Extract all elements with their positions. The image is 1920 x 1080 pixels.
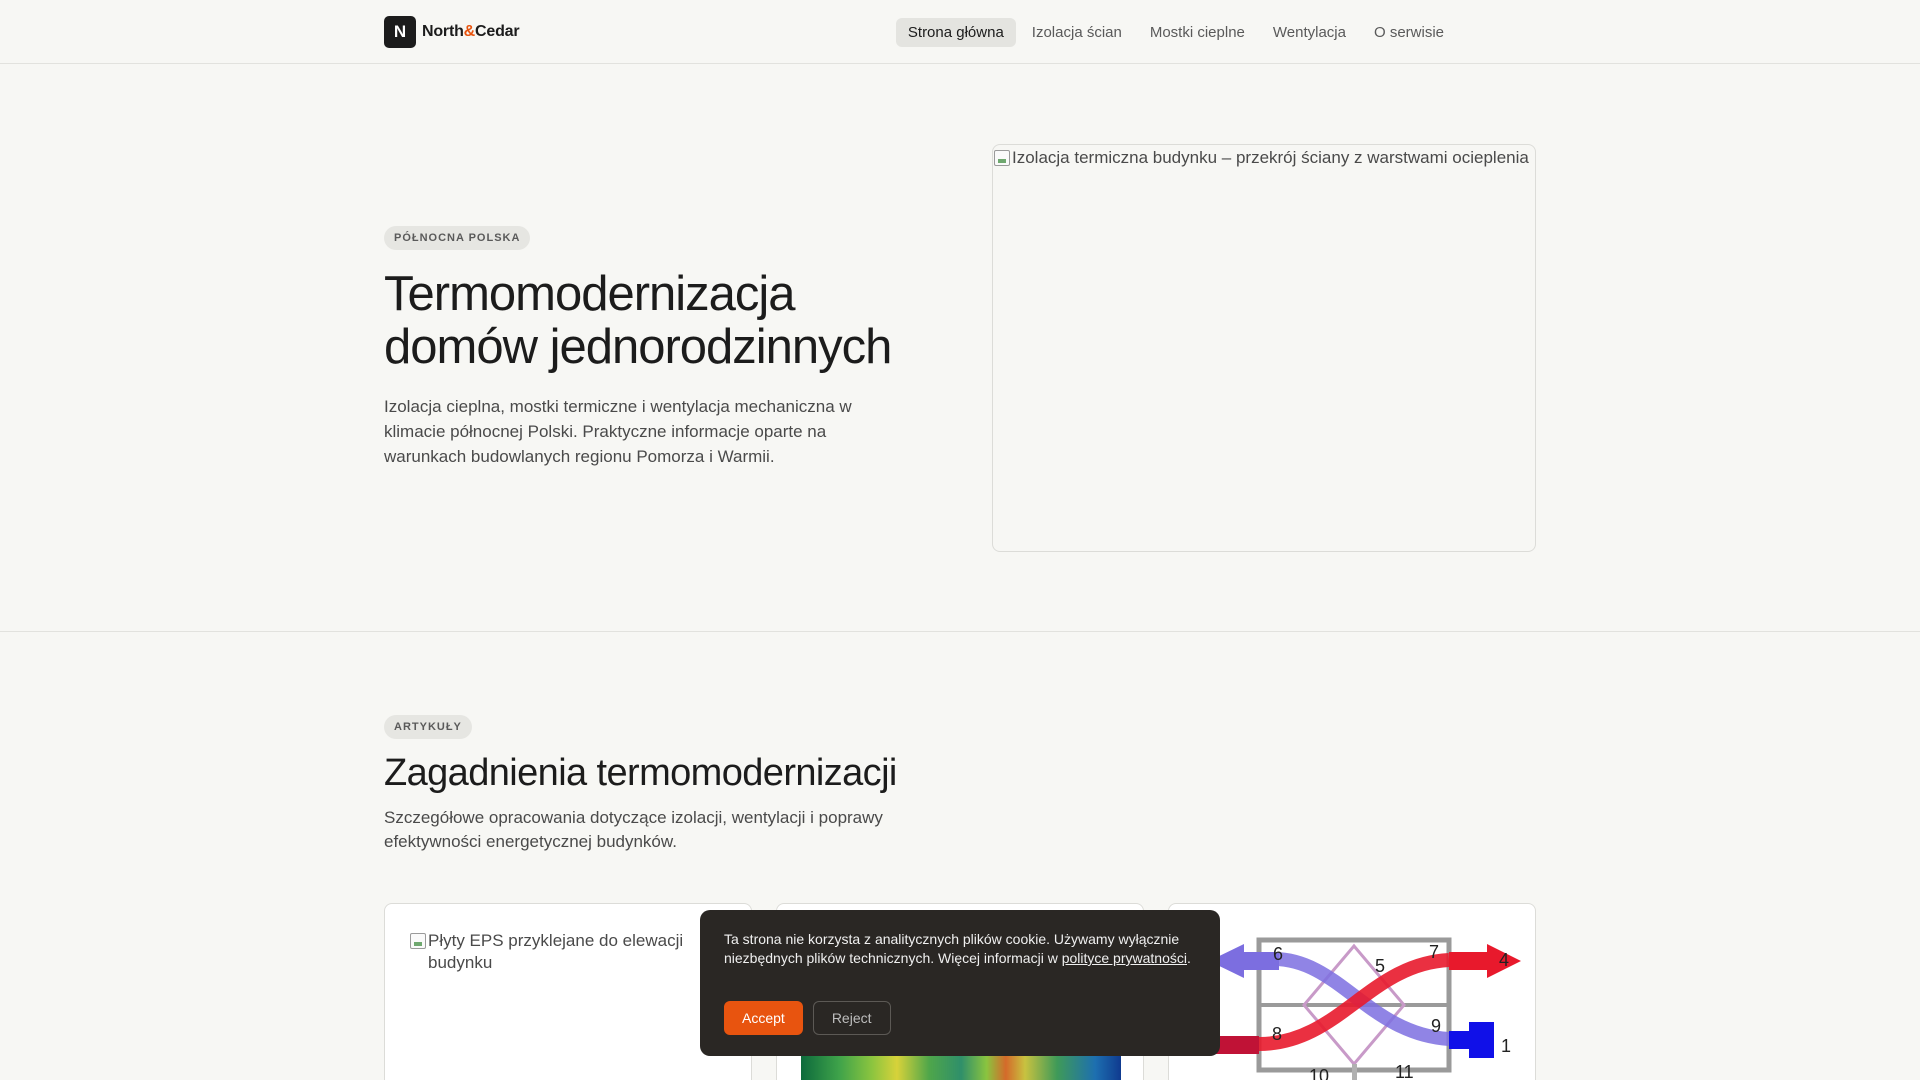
ventilation-diagram: 6 7 4 5 8 9 1 10 11 bbox=[1209, 937, 1521, 1080]
diagram-flow-4 bbox=[1449, 952, 1489, 970]
logo-mark: N bbox=[384, 16, 416, 48]
diagram-arrow-1 bbox=[1469, 1022, 1494, 1058]
hero-description: Izolacja cieplna, mostki termiczne i wen… bbox=[384, 397, 852, 466]
nav-item-about[interactable]: O serwisie bbox=[1362, 18, 1456, 47]
diagram-label-10: 10 bbox=[1309, 1066, 1329, 1080]
cookie-actions: Accept Reject bbox=[724, 1001, 891, 1035]
brand-ampersand: & bbox=[463, 23, 476, 40]
hero-image-alt-text: Izolacja termiczna budynku – przekrój śc… bbox=[1012, 148, 1529, 167]
articles-description: Szczegółowe opracowania dotyczące izolac… bbox=[384, 808, 883, 851]
privacy-policy-link[interactable]: polityce prywatności bbox=[1062, 950, 1187, 966]
nav-item-home[interactable]: Strona główna bbox=[895, 18, 1016, 47]
diagram-duct bbox=[1352, 1064, 1357, 1080]
brand-name: North&Cedar bbox=[422, 23, 520, 41]
hero-title: Termomodernizacja domów jednorodzinnych bbox=[384, 267, 892, 374]
thermal-image bbox=[801, 1056, 1121, 1080]
brand-name-part1: North bbox=[422, 23, 464, 40]
article-card-ventilation[interactable]: 6 7 4 5 8 9 1 10 11 bbox=[1168, 903, 1536, 1080]
card-image-alt-text: Płyty EPS przyklejane do elewacji budynk… bbox=[428, 931, 684, 972]
nav-item-ventilation[interactable]: Wentylacja bbox=[1261, 18, 1358, 47]
diagram-label-1: 1 bbox=[1501, 1036, 1511, 1056]
articles-title: Zagadnienia termomodernizacji bbox=[384, 752, 897, 794]
cookie-reject-button[interactable]: Reject bbox=[812, 1001, 891, 1035]
nav-item-thermal-bridges[interactable]: Mostki cieplne bbox=[1138, 18, 1257, 47]
nav-item-wall-insulation[interactable]: Izolacja ścian bbox=[1020, 18, 1134, 47]
brand-name-part2: Cedar bbox=[475, 23, 520, 40]
diagram-label-6: 6 bbox=[1273, 944, 1283, 964]
site-header: N North&Cedar Strona główna Izolacja ści… bbox=[0, 0, 1920, 64]
diagram-label-8: 8 bbox=[1272, 1024, 1282, 1044]
cookie-banner: Ta strona nie korzysta z analitycznych p… bbox=[700, 910, 1220, 1056]
card-image-alt: Płyty EPS przyklejane do elewacji budynk… bbox=[409, 928, 709, 974]
hero-section: PÓŁNOCNA POLSKA Termomodernizacja domów … bbox=[0, 64, 1920, 632]
cookie-text-end: . bbox=[1186, 950, 1191, 966]
hero-image-alt: Izolacja termiczna budynku – przekrój śc… bbox=[993, 145, 1535, 169]
diagram-label-7: 7 bbox=[1429, 942, 1439, 962]
article-card-eps[interactable]: Płyty EPS przyklejane do elewacji budynk… bbox=[384, 903, 752, 1080]
cookie-text: Ta strona nie korzysta z analitycznych p… bbox=[724, 930, 1194, 968]
diagram-label-11: 11 bbox=[1395, 1062, 1414, 1080]
broken-image-icon bbox=[994, 150, 1010, 166]
cookie-accept-button[interactable]: Accept bbox=[724, 1001, 803, 1035]
hero-image: Izolacja termiczna budynku – przekrój śc… bbox=[992, 144, 1536, 552]
diagram-label-5: 5 bbox=[1375, 956, 1385, 976]
brand-logo[interactable]: N North&Cedar bbox=[384, 16, 520, 48]
broken-image-icon bbox=[410, 933, 426, 949]
diagram-label-9: 9 bbox=[1431, 1016, 1441, 1036]
main-nav: Strona główna Izolacja ścian Mostki ciep… bbox=[895, 18, 1456, 47]
diagram-label-4: 4 bbox=[1499, 950, 1509, 970]
articles-badge: ARTYKUŁY bbox=[384, 715, 472, 739]
hero-badge: PÓŁNOCNA POLSKA bbox=[384, 226, 531, 250]
